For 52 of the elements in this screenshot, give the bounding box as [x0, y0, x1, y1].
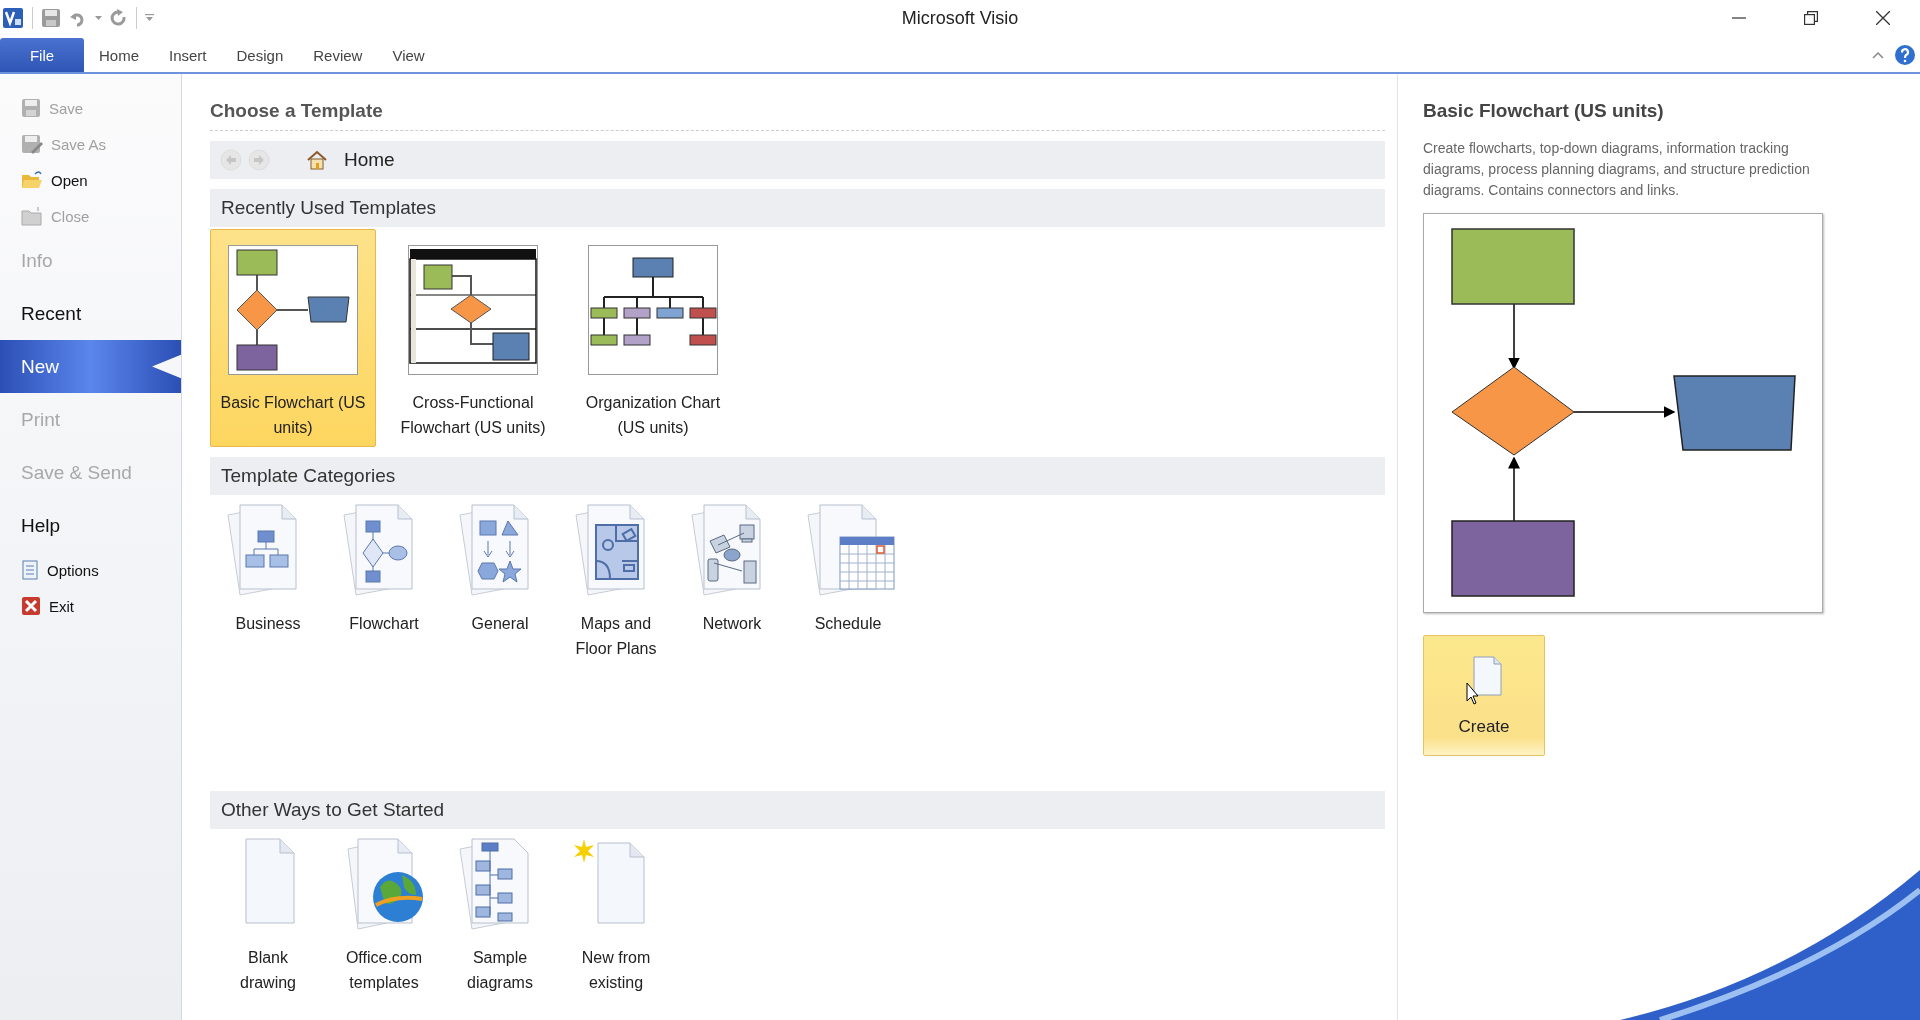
template-tile[interactable]: Organization Chart (US units): [570, 229, 736, 447]
start-option-tile[interactable]: Sample diagrams: [450, 835, 550, 995]
close-icon[interactable]: [1876, 11, 1890, 25]
customize-toolbar-icon[interactable]: [145, 14, 154, 22]
group-header: Recently Used Templates: [210, 189, 1385, 227]
template-title: Basic Flowchart (US units): [1423, 100, 1664, 122]
start-option-tile[interactable]: Blank drawing: [218, 835, 318, 995]
category-tile[interactable]: General: [450, 501, 550, 661]
help-icon[interactable]: [1894, 44, 1916, 66]
document-icon: [21, 560, 39, 580]
create-button[interactable]: Create: [1423, 635, 1545, 756]
folder-icon: [21, 170, 43, 190]
backstage-tab[interactable]: Help: [0, 499, 181, 552]
ribbon-tab[interactable]: Design: [221, 38, 299, 72]
window-title: Microsoft Visio: [900, 8, 1020, 29]
start-option-tile[interactable]: New from existing: [566, 835, 666, 995]
collapse-ribbon-icon[interactable]: [1872, 51, 1884, 59]
category-tile[interactable]: Schedule: [798, 501, 898, 661]
save-icon[interactable]: [41, 8, 61, 28]
folder-icon: [21, 206, 43, 226]
group-header: Other Ways to Get Started: [210, 791, 1385, 829]
ribbon-tab[interactable]: File: [0, 38, 84, 72]
template-description: Create flowcharts, top-down diagrams, information tracking diagrams, process planning diagrams, and structure prediction diagrams. Contains connectors and links.: [1423, 139, 1811, 200]
category-tile[interactable]: Business: [218, 501, 318, 661]
group-header: Template Categories: [210, 457, 1385, 495]
menu-item[interactable]: Open: [0, 162, 181, 198]
ribbon-tab[interactable]: Insert: [154, 38, 222, 72]
exit-icon: [21, 596, 41, 616]
new-document-icon: [1466, 654, 1502, 705]
ribbon-tab[interactable]: View: [377, 38, 440, 72]
backstage-tab[interactable]: New: [0, 340, 181, 393]
template-tile[interactable]: Cross-Functional Flowchart (US units): [390, 229, 556, 447]
save-as-icon: [21, 134, 43, 154]
menu-item[interactable]: Options: [0, 552, 181, 588]
backstage-tab[interactable]: Recent: [0, 287, 181, 340]
caret-icon[interactable]: [95, 15, 102, 21]
template-tile[interactable]: Basic Flowchart (US units): [210, 229, 376, 447]
ribbon-tab[interactable]: Review: [298, 38, 378, 72]
start-option-tile[interactable]: Office.com templates: [334, 835, 434, 995]
ribbon-tab[interactable]: Home: [84, 38, 154, 72]
category-tile[interactable]: Network: [682, 501, 782, 661]
menu-item[interactable]: Exit: [0, 588, 181, 624]
category-tile[interactable]: Maps and Floor Plans: [566, 501, 666, 661]
category-tile[interactable]: Flowchart: [334, 501, 434, 661]
home-icon[interactable]: [306, 149, 328, 171]
back-icon[interactable]: [220, 149, 242, 171]
redo-icon[interactable]: [110, 9, 128, 27]
forward-icon[interactable]: [248, 149, 270, 171]
restore-icon[interactable]: [1804, 11, 1818, 25]
breadcrumb-link[interactable]: Home: [344, 149, 395, 171]
save-icon: [21, 98, 41, 118]
section-title: Choose a Template: [210, 74, 1385, 131]
